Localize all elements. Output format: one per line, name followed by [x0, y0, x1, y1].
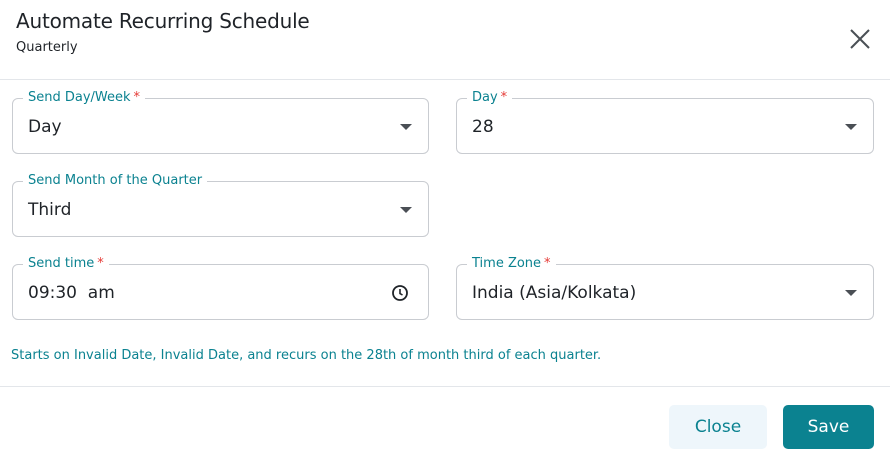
- time-zone-value: India (Asia/Kolkata): [472, 283, 637, 303]
- send-day-week-label: Send Day/Week *: [23, 90, 146, 106]
- send-day-week-select[interactable]: Send Day/Week * Day: [12, 90, 429, 154]
- required-marker: *: [500, 90, 508, 105]
- footer-divider: [0, 386, 890, 387]
- send-month-label: Send Month of the Quarter: [23, 173, 208, 189]
- dialog-title: Automate Recurring Schedule: [16, 9, 310, 33]
- dialog-header: Automate Recurring Schedule Quarterly: [0, 0, 890, 80]
- time-zone-select[interactable]: Time Zone * India (Asia/Kolkata): [456, 256, 874, 320]
- day-select[interactable]: Day * 28: [456, 90, 874, 154]
- chevron-down-icon[interactable]: [400, 207, 412, 213]
- required-marker: *: [133, 90, 141, 105]
- day-value: 28: [472, 117, 494, 137]
- send-day-week-value: Day: [28, 117, 62, 137]
- clock-icon[interactable]: [391, 284, 409, 306]
- required-marker: *: [544, 256, 551, 271]
- day-label: Day *: [467, 90, 513, 106]
- close-button[interactable]: Close: [669, 405, 767, 449]
- schedule-summary: Starts on Invalid Date, Invalid Date, an…: [11, 348, 602, 363]
- send-time-label: Send time *: [23, 256, 109, 272]
- chevron-down-icon[interactable]: [400, 124, 412, 130]
- send-time-input[interactable]: Send time * 09:30 am: [12, 256, 429, 320]
- time-zone-label: Time Zone *: [467, 256, 556, 272]
- required-marker: *: [97, 256, 104, 271]
- chevron-down-icon[interactable]: [845, 124, 857, 130]
- send-month-select[interactable]: Send Month of the Quarter Third: [12, 173, 429, 237]
- save-button[interactable]: Save: [783, 405, 874, 449]
- dialog-subtitle: Quarterly: [16, 40, 78, 55]
- send-time-value[interactable]: 09:30 am: [28, 282, 115, 304]
- close-icon[interactable]: [846, 25, 874, 53]
- chevron-down-icon[interactable]: [845, 290, 857, 296]
- send-month-value: Third: [28, 200, 72, 220]
